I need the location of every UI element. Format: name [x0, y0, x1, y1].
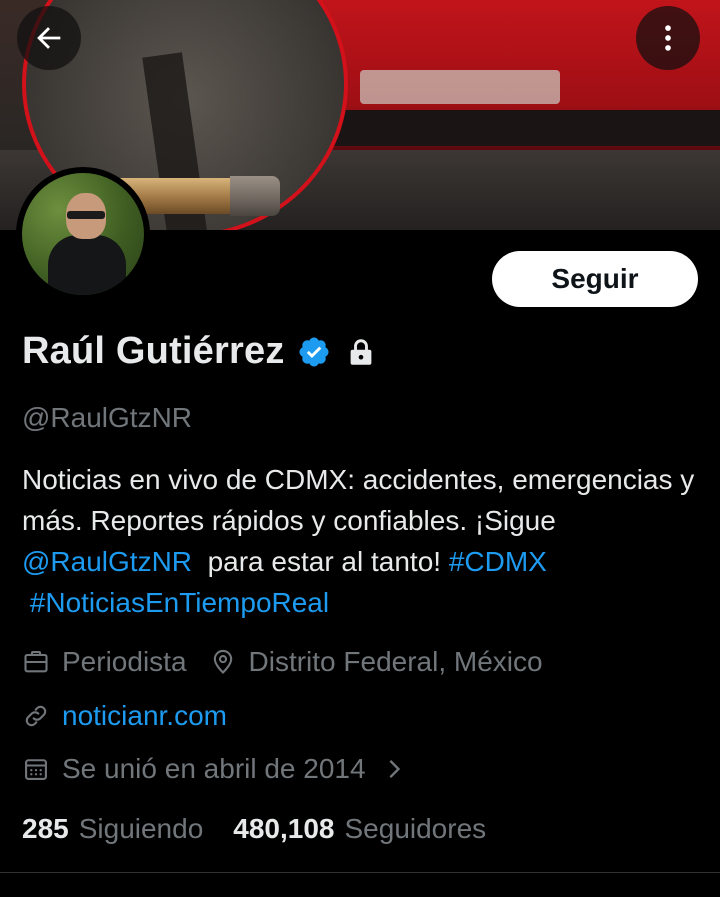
location-text: Distrito Federal, México — [248, 646, 543, 677]
avatar-photo — [22, 173, 144, 295]
banner-truck-grill — [360, 70, 560, 104]
hashtag-link[interactable]: #NoticiasEnTiempoReal — [30, 587, 329, 618]
chevron-right-icon — [389, 760, 400, 778]
bio-text: Noticias en vivo de CDMX: accidentes, em… — [22, 464, 695, 536]
bio-text: para estar al tanto! — [192, 546, 449, 577]
website-link[interactable]: noticianr.com — [62, 700, 227, 732]
followers-count-link[interactable]: 480,108 Seguidores — [233, 813, 486, 845]
following-label: Siguiendo — [78, 813, 204, 844]
followers-label: Seguidores — [344, 813, 487, 844]
calendar-icon — [25, 759, 47, 780]
profile-website-row: noticianr.com — [22, 700, 227, 732]
vertical-ellipsis-icon — [665, 25, 671, 51]
briefcase-icon — [24, 651, 48, 673]
profession-text: Periodista — [62, 646, 187, 677]
back-button[interactable] — [17, 6, 81, 70]
avatar-glasses — [67, 211, 105, 219]
arrow-left-icon — [37, 27, 61, 49]
profile-joined-row[interactable]: Se unió en abril de 2014 — [22, 753, 406, 785]
lock-icon — [350, 338, 371, 365]
following-count-link[interactable]: 285 Siguiendo — [22, 813, 203, 845]
profile-bio: Noticias en vivo de CDMX: accidentes, em… — [22, 459, 702, 623]
joined-date-text: Se unió en abril de 2014 — [62, 753, 366, 784]
follow-button[interactable]: Seguir — [492, 251, 698, 307]
follow-stats: 285 Siguiendo 480,108 Seguidores — [22, 813, 486, 845]
avatar-person-body — [48, 235, 126, 295]
display-name: Raúl Gutiérrez — [22, 330, 285, 372]
bio-text — [22, 587, 30, 618]
link-icon — [25, 705, 47, 727]
profile-avatar[interactable] — [16, 167, 150, 301]
name-row: Raúl Gutiérrez — [22, 330, 375, 373]
bio-mention-link[interactable]: @RaulGtzNR — [22, 546, 192, 577]
section-divider — [0, 872, 720, 873]
verified-badge-icon[interactable] — [297, 335, 331, 369]
profile-meta-row: Periodista Distrito Federal, México — [22, 646, 543, 678]
hashtag-link[interactable]: #CDMX — [449, 546, 547, 577]
location-pin-icon — [213, 649, 232, 674]
banner-truck-bumper — [320, 110, 720, 146]
banner-bullet-tip — [230, 176, 280, 216]
followers-count: 480,108 — [233, 813, 335, 844]
following-count: 285 — [22, 813, 69, 844]
username-handle: @RaulGtzNR — [22, 402, 193, 433]
more-options-button[interactable] — [636, 6, 700, 70]
